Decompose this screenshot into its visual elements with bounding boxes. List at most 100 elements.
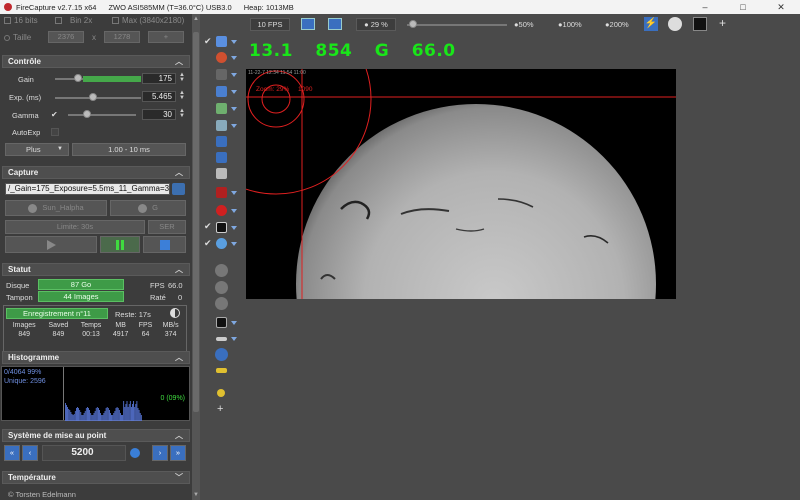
zoom-50-button[interactable]: ● 50%: [514, 20, 534, 29]
gamma-spinner-icon[interactable]: ▲ ▼: [179, 108, 185, 119]
collapse-chevron-icon[interactable]: ︿: [175, 430, 183, 441]
zoom-slider-track[interactable]: [407, 24, 507, 26]
focus-fast-right-button[interactable]: »: [170, 445, 186, 461]
dropdown-arrow-icon[interactable]: [231, 209, 237, 213]
max-option[interactable]: Max (3840x2180): [112, 16, 184, 25]
dropdown-arrow-icon[interactable]: [231, 337, 237, 341]
size-add-button[interactable]: +: [148, 31, 184, 43]
plus-dropdown[interactable]: Plus ▼: [5, 143, 69, 156]
dropdown-arrow-icon[interactable]: [231, 191, 237, 195]
overlay-toggle-checkbox[interactable]: ✔: [204, 221, 212, 232]
zoom-200-button[interactable]: ● 200%: [605, 20, 629, 29]
runner-icon[interactable]: ⚡: [644, 17, 658, 31]
target-icon[interactable]: [216, 205, 227, 216]
profile-button[interactable]: Sun_Halpha: [5, 200, 107, 216]
record-screen-icon[interactable]: [216, 187, 227, 198]
width-field[interactable]: 2376: [48, 31, 84, 43]
zoom-dropdown[interactable]: ● 29 %: [356, 18, 396, 31]
curve-tool-icon[interactable]: [216, 69, 227, 80]
focus-left-button[interactable]: ‹: [22, 445, 38, 461]
dropdown-arrow-icon[interactable]: [231, 242, 237, 246]
dropdown-arrow-icon[interactable]: [231, 124, 237, 128]
filter-slot-2-icon[interactable]: [215, 281, 228, 294]
crosshair-tool-icon[interactable]: [216, 52, 227, 63]
ruler-icon[interactable]: [216, 368, 227, 373]
collapse-chevron-icon[interactable]: ︿: [175, 56, 183, 67]
expand-chevron-icon[interactable]: ﹀: [175, 472, 183, 483]
dropdown-arrow-icon[interactable]: [231, 56, 237, 60]
align-tool-icon[interactable]: [216, 103, 227, 114]
exposure-slider-track[interactable]: [55, 97, 141, 99]
bin-option[interactable]: Bin 2x: [55, 16, 92, 25]
zoom-slider-knob[interactable]: [409, 20, 417, 28]
section-temperature[interactable]: Température ﹀: [2, 471, 190, 484]
camera-preview[interactable]: Zoom: 29% 1090 11-22-7 12:34 11:54 11:00: [246, 69, 676, 299]
gain-spinner-icon[interactable]: ▲ ▼: [179, 72, 185, 83]
focus-settings-gear-icon[interactable]: [130, 448, 140, 458]
section-controle[interactable]: Contrôle ︿: [2, 55, 190, 68]
scrollbar-thumb[interactable]: [193, 32, 199, 412]
fps-button[interactable]: 10 FPS: [250, 18, 290, 31]
dark-frame-icon[interactable]: [216, 317, 227, 328]
dropdown-arrow-icon[interactable]: [231, 90, 237, 94]
exposure-range-button[interactable]: 1.00 - 10 ms: [72, 143, 186, 156]
section-capture[interactable]: Capture ︿: [2, 166, 190, 179]
minimize-button[interactable]: –: [686, 0, 724, 14]
limit-button[interactable]: Limite: 30s: [5, 220, 145, 234]
gain-slider-knob[interactable]: [74, 74, 82, 82]
focus-fast-left-button[interactable]: «: [4, 445, 20, 461]
histogram-toggle-checkbox[interactable]: ✔: [204, 36, 212, 47]
focus-position-field[interactable]: 5200: [42, 445, 126, 461]
dropdown-arrow-icon[interactable]: [231, 321, 237, 325]
left-panel-scrollbar[interactable]: ▲ ▼: [192, 14, 200, 500]
zoom-100-button[interactable]: ● 100%: [558, 20, 582, 29]
record-start-button[interactable]: [5, 236, 97, 253]
console-icon[interactable]: [693, 17, 707, 31]
scroll-down-icon[interactable]: ▼: [193, 492, 199, 498]
trash-icon[interactable]: [216, 168, 227, 179]
filter-slot-1-icon[interactable]: [215, 264, 228, 277]
gamma-value-field[interactable]: 30: [142, 109, 176, 120]
snow-toggle-checkbox[interactable]: ✔: [204, 238, 212, 249]
flat-frame-icon[interactable]: [216, 337, 227, 341]
add-icon[interactable]: +: [217, 403, 223, 415]
height-field[interactable]: 1278: [104, 31, 140, 43]
gain-value-field[interactable]: 175: [142, 73, 176, 84]
graph-tool-icon[interactable]: [216, 86, 227, 97]
wave-tool-icon[interactable]: [216, 120, 227, 131]
power-icon[interactable]: [215, 348, 228, 361]
camera-snapshot-icon[interactable]: [172, 183, 185, 195]
stop-button[interactable]: [143, 236, 186, 253]
section-histogramme[interactable]: Histogramme ︿: [2, 351, 190, 364]
maximize-button[interactable]: □: [724, 0, 762, 14]
dropdown-arrow-icon[interactable]: [231, 73, 237, 77]
collapse-chevron-icon[interactable]: ︿: [175, 264, 183, 275]
filter-button[interactable]: G: [110, 200, 186, 216]
autoexp-checkbox[interactable]: [51, 128, 59, 136]
pause-button[interactable]: [100, 236, 140, 253]
dropdown-arrow-icon[interactable]: [231, 107, 237, 111]
collapse-chevron-icon[interactable]: ︿: [175, 352, 183, 363]
taille-option[interactable]: Taille: [4, 33, 31, 42]
scroll-up-icon[interactable]: ▲: [193, 16, 199, 22]
collapse-chevron-icon[interactable]: ︿: [175, 167, 183, 178]
exposure-slider-knob[interactable]: [89, 93, 97, 101]
bits-option[interactable]: 16 bits: [4, 16, 38, 25]
film-strip-icon[interactable]: [216, 222, 227, 233]
close-button[interactable]: ✕: [762, 0, 800, 14]
dropdown-arrow-icon[interactable]: [231, 226, 237, 230]
filename-field[interactable]: /_Gain=175_Exposure=5.5ms_11_Gamma=30: [5, 183, 170, 195]
gamma-checkbox[interactable]: ✔: [51, 111, 59, 119]
exposure-spinner-icon[interactable]: ▲ ▼: [179, 90, 185, 101]
display-mode-icon[interactable]: [301, 18, 315, 30]
fullscreen-icon[interactable]: [328, 18, 342, 30]
format-button[interactable]: SER: [148, 220, 186, 234]
gamma-slider-track[interactable]: [68, 114, 136, 116]
calculator-icon[interactable]: [216, 136, 227, 147]
folder-icon[interactable]: [216, 152, 227, 163]
gamma-slider-knob[interactable]: [83, 110, 91, 118]
section-statut[interactable]: Statut ︿: [2, 263, 190, 276]
cooling-icon[interactable]: [216, 238, 227, 249]
focus-right-button[interactable]: ›: [152, 445, 168, 461]
sun-icon[interactable]: [217, 389, 225, 397]
